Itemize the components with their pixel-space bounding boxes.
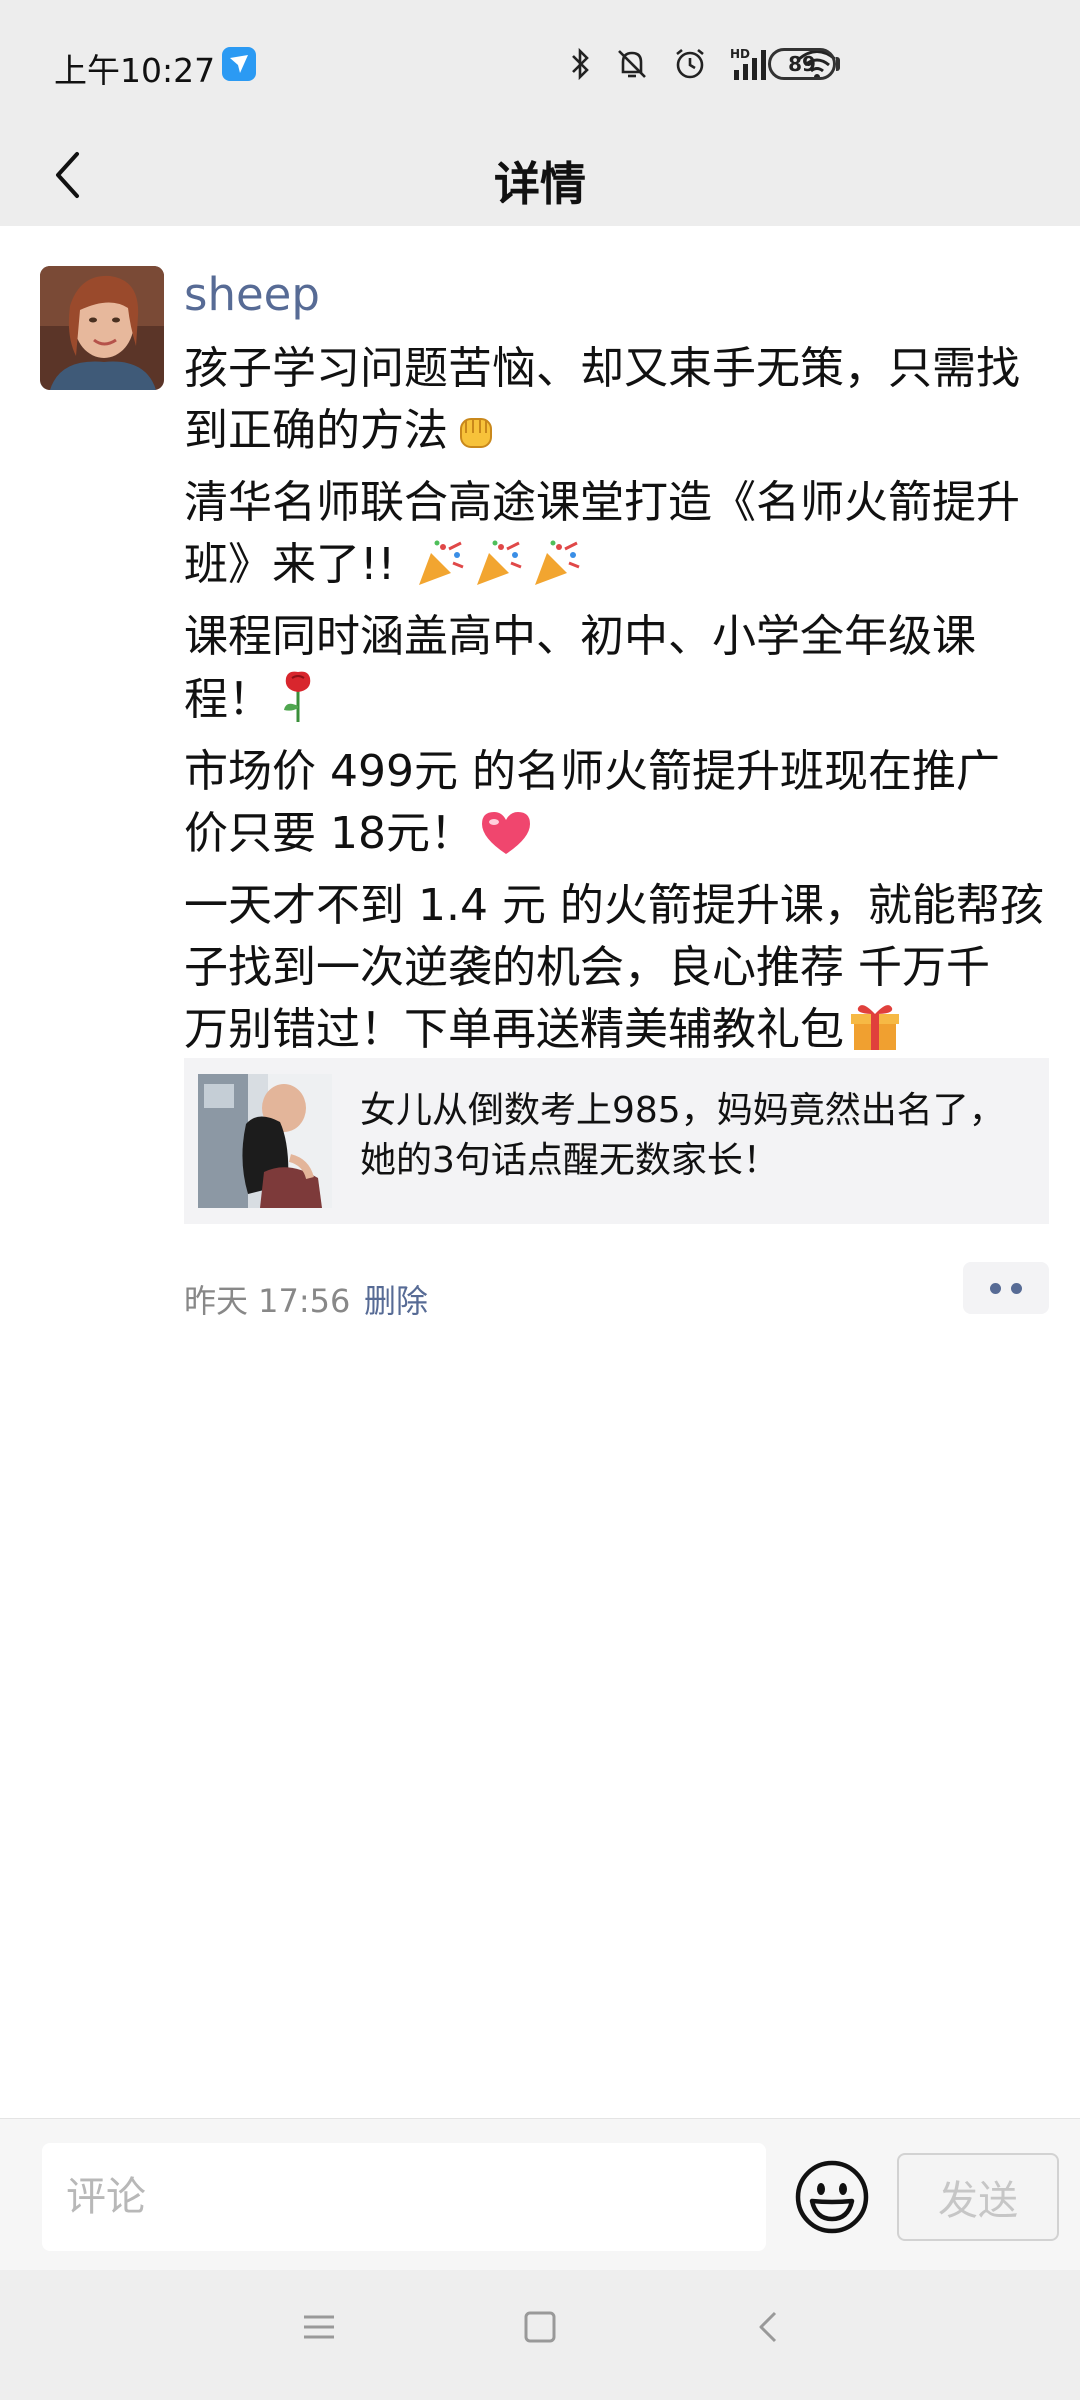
- menu-icon: [304, 2315, 334, 2339]
- svg-text:HD: HD: [730, 47, 750, 61]
- party-popper-emoji: [471, 539, 525, 606]
- dot-icon: [1011, 1282, 1022, 1294]
- comment-bar: 发送: [0, 2118, 1080, 2270]
- post-line-row: 程！: [184, 668, 1054, 741]
- dot-icon: [990, 1282, 1001, 1294]
- link-title: 女儿从倒数考上985，妈妈竟然出名了， 她的3句话点醒无数家长！: [360, 1086, 1030, 1186]
- nav-bar: 详情: [0, 124, 1080, 226]
- post-line: 万别错过！下单再送精美辅教礼包: [184, 1004, 844, 1055]
- post-line: 到正确的方法: [184, 405, 448, 456]
- back-triangle-icon: [759, 2311, 777, 2343]
- post-text: 孩子学习问题苦恼、却又束手无策，只需找 到正确的方法 清华名师联合高途课堂打造《…: [184, 338, 1054, 1071]
- mute-icon: [618, 50, 646, 78]
- post-line: 子找到一次逆袭的机会，良心推荐 千万千: [184, 942, 990, 993]
- home-square-icon: [524, 2311, 556, 2343]
- status-bar: 上午10:27 HD 89: [0, 0, 1080, 124]
- post-line: 孩子学习问题苦恼、却又束手无策，只需找: [184, 343, 1020, 394]
- menu-button[interactable]: [302, 2310, 336, 2348]
- app-notification-icon: [222, 47, 256, 81]
- bluetooth-icon: [572, 47, 589, 81]
- fist-emoji: [452, 407, 500, 472]
- battery-tip: [836, 57, 840, 71]
- heart-emoji: [478, 808, 534, 875]
- post-line: 清华名师联合高途课堂打造《名师火箭提升: [184, 477, 1020, 528]
- post-line-row: 价只要 18元！: [184, 803, 1054, 875]
- battery-icon: 89: [768, 48, 836, 80]
- delete-button[interactable]: 删除: [364, 1276, 428, 1322]
- emoji-button[interactable]: [794, 2159, 870, 2235]
- system-nav-bar: [0, 2270, 1080, 2400]
- avatar[interactable]: [40, 266, 164, 390]
- page-title: 详情: [494, 157, 586, 211]
- home-button[interactable]: [523, 2310, 557, 2348]
- alarm-icon: [676, 48, 704, 79]
- post-line: 课程同时涵盖高中、初中、小学全年级课: [184, 611, 976, 662]
- post-timestamp: 昨天 17:56: [184, 1282, 351, 1320]
- send-button[interactable]: 发送: [897, 2153, 1059, 2241]
- post-line-row: 班》来了!!: [184, 534, 1054, 606]
- party-popper-emoji: [413, 539, 467, 606]
- post-line-row: 到正确的方法: [184, 400, 1054, 472]
- post-line: 市场价 499元 的名师火箭提升班现在推广: [184, 746, 1000, 797]
- link-title-line: 女儿从倒数考上985，妈妈竟然出名了，: [360, 1090, 1005, 1131]
- battery-level: 89: [788, 52, 816, 76]
- rose-emoji: [276, 668, 320, 741]
- link-title-line: 她的3句话点醒无数家长！: [360, 1140, 779, 1181]
- status-time: 上午10:27: [54, 51, 216, 90]
- comment-input[interactable]: [42, 2143, 766, 2251]
- more-options-button[interactable]: [963, 1262, 1049, 1314]
- system-back-button[interactable]: [755, 2310, 781, 2348]
- party-popper-emoji: [529, 539, 583, 606]
- smiley-icon: [795, 2160, 869, 2234]
- post-line: 班》来了!!: [184, 539, 410, 590]
- link-thumbnail: [198, 1074, 332, 1208]
- shared-link-card[interactable]: 女儿从倒数考上985，妈妈竟然出名了， 她的3句话点醒无数家长！: [184, 1058, 1049, 1224]
- post-line: 程！: [184, 674, 272, 725]
- post-author[interactable]: sheep: [184, 268, 320, 321]
- post-line: 一天才不到 1.4 元 的火箭提升课，就能帮孩: [184, 880, 1044, 931]
- post-line: 价只要 18元！: [184, 808, 474, 859]
